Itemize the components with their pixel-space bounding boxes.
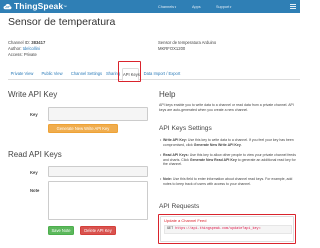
channel-id-value: 383417 xyxy=(31,40,46,45)
cloud-logo-icon xyxy=(3,3,12,10)
description-line: MKRFOX1200 xyxy=(158,46,186,52)
help-bullet: Write API Key: Use this key to write dat… xyxy=(160,138,297,147)
save-note-button[interactable]: Save Note xyxy=(48,226,74,235)
api-requests-heading: API Requests xyxy=(159,203,200,210)
tab-data-import-export[interactable]: Data Import / Export xyxy=(141,68,183,80)
api-keys-settings-heading: API Keys Settings xyxy=(159,125,212,132)
help-bullet: Read API Keys: Use this key to allow oth… xyxy=(160,153,297,167)
nav-channels[interactable]: Channels ▾ xyxy=(158,0,176,13)
write-api-key-heading: Write API Key xyxy=(8,90,58,99)
read-key-label: Key xyxy=(30,170,38,175)
page-title: Sensor de temperatura xyxy=(8,16,116,28)
channel-description: Sensor de temperatura Arduino MKRFOX1200 xyxy=(158,40,216,52)
read-api-keys-heading: Read API Keys xyxy=(8,150,62,159)
menu-icon[interactable] xyxy=(290,3,296,10)
logo-trademark: ™ xyxy=(63,4,67,9)
help-bullet: Note: Use this field to enter informatio… xyxy=(160,177,297,186)
write-api-key-field[interactable] xyxy=(48,107,148,121)
thingspeak-logo[interactable]: ThingSpeak ™ xyxy=(3,1,67,12)
api-request-highlight xyxy=(158,214,296,244)
help-intro: API keys enable you to write data to a c… xyxy=(159,103,294,112)
nav-support-label: Support xyxy=(216,4,230,9)
nav-support[interactable]: Support ▾ xyxy=(216,0,231,13)
write-key-label: Key xyxy=(30,112,38,117)
tab-public-view[interactable]: Public View xyxy=(38,68,66,80)
channel-id-label: Channel ID: xyxy=(8,40,31,45)
help-heading: Help xyxy=(159,90,176,99)
tab-private-view[interactable]: Private View xyxy=(8,68,36,80)
channel-tabs: Private View Public View Channel Setting… xyxy=(8,68,300,81)
chevron-down-icon: ▾ xyxy=(229,4,232,9)
api-keys-tab-highlight xyxy=(118,61,141,82)
access-label: Access: xyxy=(8,52,23,58)
note-textarea[interactable] xyxy=(48,181,148,220)
access-value: Private xyxy=(23,52,37,58)
read-api-key-field[interactable] xyxy=(48,166,148,177)
author-label: Author: xyxy=(8,46,22,52)
nav-apps[interactable]: Apps xyxy=(192,0,201,13)
nav-channels-label: Channels xyxy=(158,4,175,9)
generate-write-key-button[interactable]: Generate New Write API Key xyxy=(48,124,118,133)
nav-apps-label: Apps xyxy=(192,4,201,9)
logo-text: ThingSpeak xyxy=(14,1,64,11)
author-link[interactable]: tdelcollini xyxy=(23,46,40,51)
channel-meta: Channel ID: 383417 Author: tdelcollini A… xyxy=(8,40,45,59)
note-label: Note xyxy=(30,188,40,193)
delete-api-key-button[interactable]: Delete API Key xyxy=(80,226,116,235)
chevron-down-icon: ▾ xyxy=(174,4,177,9)
tab-channel-settings[interactable]: Channel Settings xyxy=(69,68,104,80)
